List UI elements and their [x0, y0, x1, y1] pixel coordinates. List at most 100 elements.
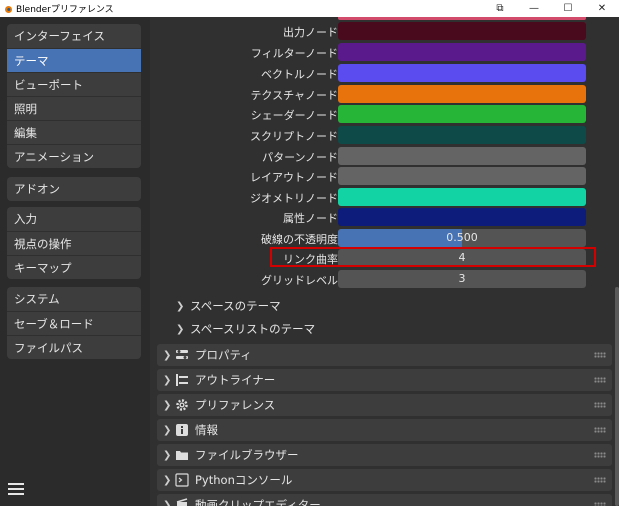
console-icon: [175, 473, 189, 487]
info-icon: [175, 423, 189, 437]
restore-icon[interactable]: ⧉: [483, 0, 517, 17]
sidebar-item-addons[interactable]: アドオン: [7, 177, 141, 201]
sidebar-group-system: システム セーブ＆ロード ファイルパス: [7, 287, 141, 359]
panel-label: ファイルブラウザー: [195, 448, 299, 462]
theme-row-vector-node: ベクトルノード: [150, 63, 619, 84]
color-swatch[interactable]: [338, 208, 586, 226]
color-swatch[interactable]: [338, 167, 586, 185]
panel-preferences[interactable]: ❯ プリファレンス: [157, 394, 612, 416]
panel-label: Pythonコンソール: [195, 473, 293, 487]
close-button[interactable]: ✕: [585, 0, 619, 17]
drag-grip-icon[interactable]: [594, 352, 606, 358]
chevron-right-icon: ❯: [163, 499, 172, 506]
wire-opacity-slider[interactable]: 0.500: [338, 229, 586, 247]
panel-info[interactable]: ❯ 情報: [157, 419, 612, 441]
sidebar-item-navigation[interactable]: 視点の操作: [7, 231, 141, 255]
properties-icon: [175, 348, 189, 362]
grid-level-field[interactable]: 3: [338, 270, 586, 288]
panel-file-browser[interactable]: ❯ ファイルブラウザー: [157, 444, 612, 466]
color-swatch[interactable]: [338, 126, 586, 144]
sidebar-item-keymap[interactable]: キーマップ: [7, 255, 141, 279]
window-titlebar: Blenderプリファレンス ⧉ — ☐ ✕: [0, 0, 619, 17]
color-swatch[interactable]: [338, 22, 586, 40]
theme-row-label: 出力ノード: [283, 26, 338, 39]
sidebar-group-input: 入力 視点の操作 キーマップ: [7, 207, 141, 279]
preferences-sidebar: インターフェイス テーマ ビューポート 照明 編集 アニメーション アドオン 入…: [0, 17, 150, 506]
theme-row-label: ベクトルノード: [261, 68, 338, 81]
blender-logo-icon: [5, 5, 12, 13]
gear-icon: [175, 398, 189, 412]
maximize-button[interactable]: ☐: [551, 0, 585, 17]
theme-row-label: 属性ノード: [283, 212, 338, 225]
color-swatch[interactable]: [338, 105, 586, 123]
sidebar-item-viewport[interactable]: ビューポート: [7, 72, 141, 96]
color-swatch[interactable]: [338, 188, 586, 206]
chevron-right-icon: ❯: [176, 300, 185, 312]
sidebar-group-main: インターフェイス テーマ ビューポート 照明 編集 アニメーション: [7, 24, 141, 168]
theme-row-filter-node: フィルターノード: [150, 42, 619, 63]
sidebar-item-save-load[interactable]: セーブ＆ロード: [7, 311, 141, 335]
chevron-right-icon: ❯: [163, 424, 172, 436]
theme-row-wire-opacity: 破線の不透明度 0.500: [150, 228, 619, 249]
chevron-right-icon: ❯: [163, 399, 172, 411]
drag-grip-icon[interactable]: [594, 402, 606, 408]
panel-python-console[interactable]: ❯ Pythonコンソール: [157, 469, 612, 491]
theme-row-label: パターンノード: [262, 151, 338, 164]
drag-grip-icon[interactable]: [594, 477, 606, 483]
red-highlight-box: [270, 247, 596, 267]
sidebar-item-file-paths[interactable]: ファイルパス: [7, 335, 141, 359]
color-swatch[interactable]: [338, 85, 586, 103]
sidebar-item-system[interactable]: システム: [7, 287, 141, 311]
wire-opacity-label: 破線の不透明度: [261, 233, 338, 246]
panel-label: プリファレンス: [195, 398, 276, 412]
subpanel-space-list-theme[interactable]: ❯ スペースリストのテーマ: [176, 319, 315, 339]
theme-row-label: レイアウトノード: [250, 171, 338, 184]
sidebar-group-addons: アドオン: [7, 177, 141, 201]
sidebar-item-input[interactable]: 入力: [7, 207, 141, 231]
panel-outliner[interactable]: ❯ アウトライナー: [157, 369, 612, 391]
chevron-right-icon: ❯: [163, 349, 172, 361]
theme-row-layout-node: レイアウトノード: [150, 166, 619, 187]
color-swatch-partial[interactable]: [338, 17, 586, 20]
theme-row-attribute-node: 属性ノード: [150, 207, 619, 228]
sidebar-item-animation[interactable]: アニメーション: [7, 144, 141, 168]
vertical-scrollbar[interactable]: [615, 287, 619, 506]
sidebar-item-themes[interactable]: テーマ: [7, 48, 141, 72]
color-swatch[interactable]: [338, 43, 586, 61]
subpanel-label: スペースのテーマ: [190, 299, 281, 313]
drag-grip-icon[interactable]: [594, 502, 606, 506]
chevron-right-icon: ❯: [163, 374, 172, 386]
theme-settings-panel: 出力ノード フィルターノード ベクトルノード テクスチャノード シェーダーノード…: [150, 17, 619, 506]
wire-opacity-value: 0.500: [446, 231, 478, 244]
color-swatch[interactable]: [338, 64, 586, 82]
theme-row-texture-node: テクスチャノード: [150, 84, 619, 105]
drag-grip-icon[interactable]: [594, 427, 606, 433]
clip-icon: [175, 498, 189, 506]
theme-row-shader-node: シェーダーノード: [150, 104, 619, 125]
theme-row-label: シェーダーノード: [250, 109, 338, 122]
theme-row-label: ジオメトリノード: [250, 192, 338, 205]
window-title: Blenderプリファレンス: [16, 5, 114, 15]
minimize-button[interactable]: —: [517, 0, 551, 17]
chevron-right-icon: ❯: [176, 323, 185, 335]
sidebar-item-interface[interactable]: インターフェイス: [7, 24, 141, 48]
folder-icon: [175, 448, 189, 462]
theme-row-label: フィルターノード: [250, 47, 338, 60]
panel-movie-clip-editor[interactable]: ❯ 動画クリップエディター: [157, 494, 612, 506]
panel-label: 動画クリップエディター: [195, 498, 321, 506]
theme-row-pattern-node: パターンノード: [150, 146, 619, 167]
color-swatch[interactable]: [338, 147, 586, 165]
subpanel-space-theme[interactable]: ❯ スペースのテーマ: [176, 296, 281, 316]
grid-level-label: グリッドレベル: [261, 274, 338, 287]
sidebar-item-editing[interactable]: 編集: [7, 120, 141, 144]
drag-grip-icon[interactable]: [594, 452, 606, 458]
hamburger-icon[interactable]: [8, 483, 24, 497]
sidebar-item-lights[interactable]: 照明: [7, 96, 141, 120]
panel-properties[interactable]: ❯ プロパティ: [157, 344, 612, 366]
subpanel-label: スペースリストのテーマ: [190, 322, 316, 336]
theme-row-label: スクリプトノード: [250, 130, 338, 143]
panel-label: アウトライナー: [195, 373, 276, 387]
panel-label: プロパティ: [195, 348, 252, 362]
theme-row-label: テクスチャノード: [250, 89, 338, 102]
drag-grip-icon[interactable]: [594, 377, 606, 383]
